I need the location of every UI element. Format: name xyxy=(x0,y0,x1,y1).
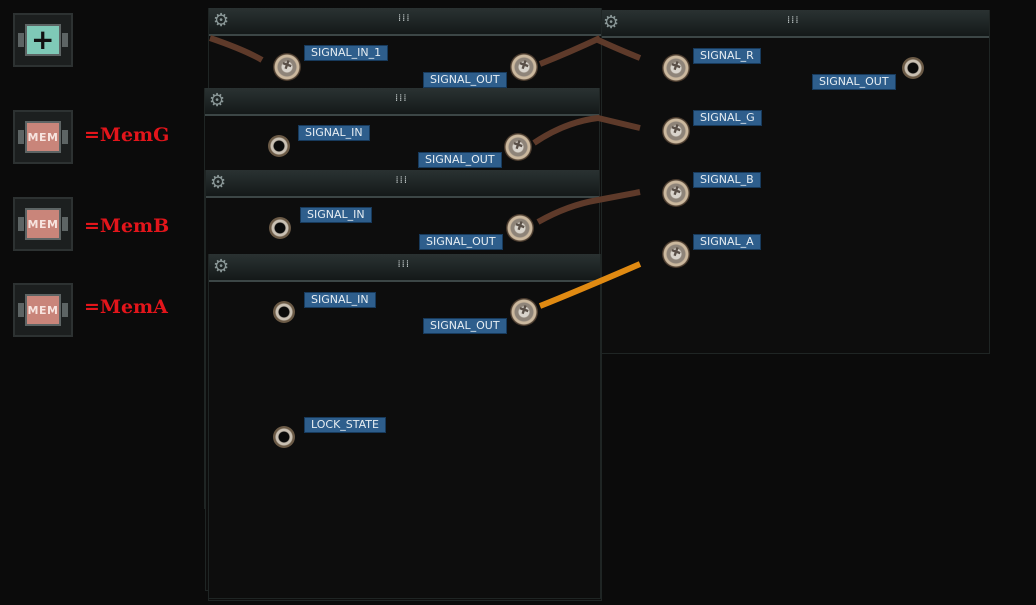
plug-signal-r[interactable] xyxy=(662,54,690,82)
label-mema-in: SIGNAL_IN xyxy=(304,292,376,308)
wire-memb-out xyxy=(536,189,641,225)
label-memg-in: SIGNAL_IN xyxy=(298,125,370,141)
label-signal-in-1: SIGNAL_IN_1 xyxy=(304,45,389,61)
plug-memb-out[interactable] xyxy=(506,214,534,242)
plug-signal-g[interactable] xyxy=(662,117,690,145)
label-memb-in: SIGNAL_IN xyxy=(300,207,372,223)
plug-signal-in-1[interactable] xyxy=(273,53,301,81)
label-signal-b: SIGNAL_B xyxy=(693,172,761,188)
label-rgb-out: SIGNAL_OUT xyxy=(812,74,896,90)
wire-combiner-out xyxy=(538,35,602,67)
label-memg-out: SIGNAL_OUT xyxy=(418,152,502,168)
port-memb-in[interactable] xyxy=(269,217,291,239)
wire-combiner-in xyxy=(209,35,264,63)
port-rgb-out[interactable] xyxy=(902,57,924,79)
label-signal-g: SIGNAL_G xyxy=(693,110,762,126)
label-memb-out: SIGNAL_OUT xyxy=(419,234,503,250)
label-combiner-out: SIGNAL_OUT xyxy=(423,72,507,88)
wire-rgb-r-in xyxy=(596,37,642,61)
label-mema-out: SIGNAL_OUT xyxy=(423,318,507,334)
label-lock-state: LOCK_STATE xyxy=(304,417,386,433)
plug-memg-out[interactable] xyxy=(504,133,532,161)
plug-combiner-out[interactable] xyxy=(510,53,538,81)
wire-mema-out xyxy=(538,261,642,309)
label-signal-r: SIGNAL_R xyxy=(693,48,761,64)
port-memg-in[interactable] xyxy=(268,135,290,157)
plug-mema-out[interactable] xyxy=(510,298,538,326)
plug-signal-a[interactable] xyxy=(662,240,690,268)
port-mema-in[interactable] xyxy=(273,301,295,323)
label-signal-a: SIGNAL_A xyxy=(693,234,761,250)
plug-signal-b[interactable] xyxy=(662,179,690,207)
port-lock-state[interactable] xyxy=(273,426,295,448)
wire-memg-out xyxy=(532,114,641,146)
